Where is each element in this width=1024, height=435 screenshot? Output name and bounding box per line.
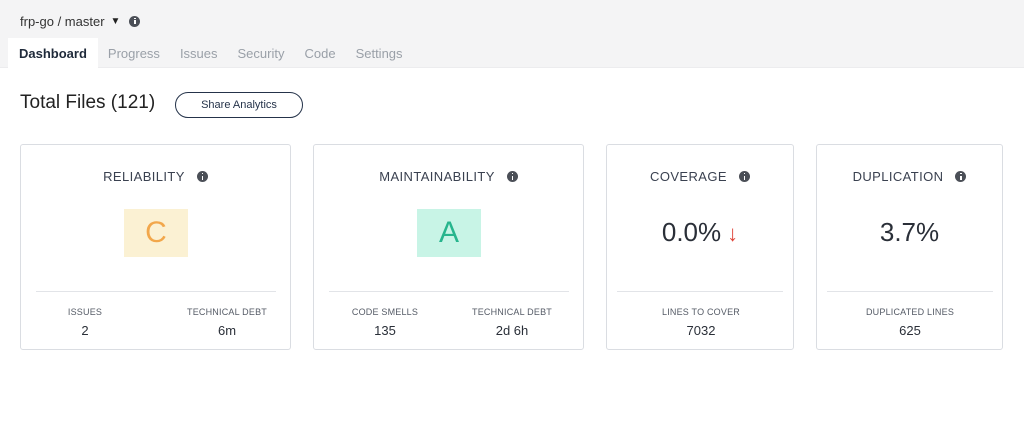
- metric-value: 2d 6h: [495, 323, 529, 338]
- card-header: COVERAGE: [607, 169, 793, 184]
- down-arrow-icon: ↓: [727, 221, 739, 246]
- tab-code[interactable]: Code: [294, 38, 345, 68]
- technical-debt-metric[interactable]: TECHNICAL DEBT 6m: [177, 307, 277, 338]
- page-title: Total Files (121): [20, 92, 156, 113]
- divider: [36, 291, 276, 292]
- card-title: COVERAGE: [650, 169, 727, 184]
- tab-progress[interactable]: Progress: [98, 38, 170, 68]
- repo-branch-selector[interactable]: frp-go / master ▼: [20, 12, 141, 30]
- coverage-value: 0.0%: [661, 217, 722, 247]
- card-title: DUPLICATION: [852, 169, 944, 184]
- caret-down-icon[interactable]: ▼: [111, 16, 121, 27]
- divider: [827, 291, 993, 292]
- duplication-card: DUPLICATION 3.7% DUPLICATED LINES 625: [816, 144, 1003, 350]
- metric-value: 6m: [217, 323, 237, 338]
- card-title: RELIABILITY: [103, 169, 185, 184]
- coverage-value-row[interactable]: 0.0% ↓: [607, 217, 793, 248]
- technical-debt-metric[interactable]: TECHNICAL DEBT 2d 6h: [462, 307, 562, 338]
- divider: [617, 291, 783, 292]
- metric-label: ISSUES: [67, 307, 103, 317]
- tab-security[interactable]: Security: [228, 38, 295, 68]
- duplication-value[interactable]: 3.7%: [817, 217, 1002, 248]
- metric-value: 625: [899, 323, 921, 338]
- card-header: RELIABILITY: [21, 169, 290, 184]
- info-icon[interactable]: [196, 171, 208, 182]
- card-header: DUPLICATION: [817, 169, 1002, 184]
- tab-settings[interactable]: Settings: [346, 38, 413, 68]
- metric-value: 135: [374, 323, 396, 338]
- metric-label: DUPLICATED LINES: [865, 307, 955, 317]
- metric-label: LINES TO COVER: [662, 307, 740, 317]
- metric-label: TECHNICAL DEBT: [472, 307, 552, 317]
- maintainability-rating: A: [417, 209, 481, 257]
- divider: [329, 291, 569, 292]
- info-icon[interactable]: [506, 171, 518, 182]
- repo-branch-label: frp-go / master: [20, 13, 105, 29]
- share-analytics-button[interactable]: Share Analytics: [175, 92, 303, 118]
- metric-value: 7032: [686, 323, 716, 338]
- metric-value: 2: [81, 323, 89, 338]
- code-smells-metric[interactable]: CODE SMELLS 135: [340, 307, 430, 338]
- info-icon[interactable]: [738, 171, 750, 182]
- reliability-rating: C: [124, 209, 188, 257]
- maintainability-card: MAINTAINABILITY A CODE SMELLS 135 TECHNI…: [313, 144, 584, 350]
- tab-issues[interactable]: Issues: [170, 38, 228, 68]
- lines-to-cover-metric[interactable]: LINES TO COVER 7032: [631, 307, 771, 338]
- info-icon[interactable]: [129, 15, 141, 27]
- title-row: Total Files (121): [20, 92, 155, 114]
- reliability-card: RELIABILITY C ISSUES 2 TECHNICAL DEBT 6m: [20, 144, 291, 350]
- card-header: MAINTAINABILITY: [314, 169, 583, 184]
- tab-bar: Dashboard Progress Issues Security Code …: [8, 38, 413, 68]
- tab-dashboard[interactable]: Dashboard: [8, 38, 98, 68]
- duplicated-lines-metric[interactable]: DUPLICATED LINES 625: [840, 307, 980, 338]
- coverage-card: COVERAGE 0.0% ↓ LINES TO COVER 7032: [606, 144, 794, 350]
- info-icon[interactable]: [955, 171, 967, 182]
- card-title: MAINTAINABILITY: [379, 169, 495, 184]
- metric-label: TECHNICAL DEBT: [187, 307, 267, 317]
- metric-label: CODE SMELLS: [351, 307, 419, 317]
- top-header: frp-go / master ▼ Dashboard Progress Iss…: [0, 0, 1024, 68]
- issues-metric[interactable]: ISSUES 2: [41, 307, 129, 338]
